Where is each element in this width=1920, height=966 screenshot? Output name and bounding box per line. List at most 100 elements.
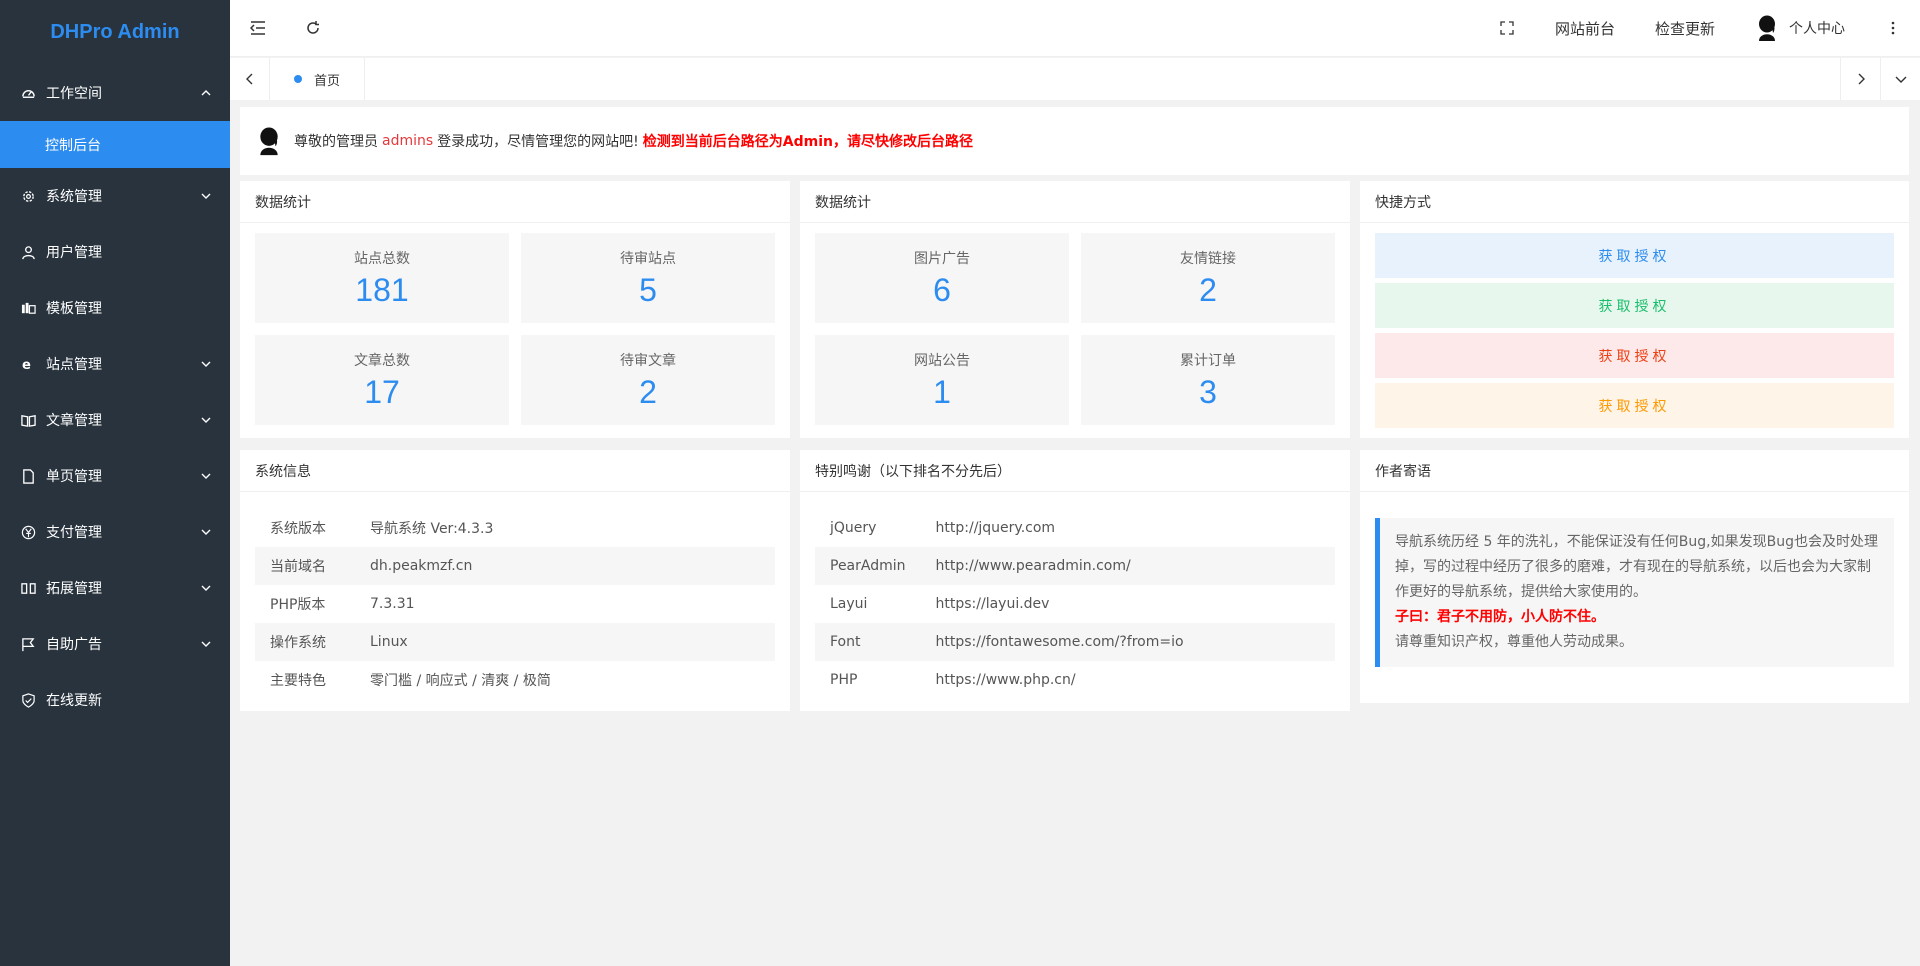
get-license-button[interactable]: 获取授权 [1375,283,1894,328]
avatar [1759,15,1775,41]
sidebar-item-workspace[interactable]: 工作空间 [0,65,230,121]
refresh-button[interactable] [285,0,340,57]
user-icon [20,244,36,260]
author-text: 导航系统历经 5 年的洗礼，不能保证没有任何Bug,如果发现Bug也会及时处理掉… [1395,534,1878,600]
sidebar-item-pages[interactable]: 单页管理 [0,448,230,504]
ie-icon: e [20,356,36,372]
chevron-down-icon [201,641,211,647]
stat-value: 17 [364,374,400,410]
chevron-up-icon [201,90,211,96]
row-key: PHP版本 [270,597,326,613]
stat-label: 文章总数 [354,353,410,369]
sidebar: DHPro Admin 工作空间 控制后台 系统管理 用户管理 模板管理 e 站… [0,0,230,966]
user-center-label: 个人中心 [1789,21,1845,37]
row-link[interactable]: https://www.php.cn/ [921,661,1335,699]
get-license-button[interactable]: 获取授权 [1375,333,1894,378]
get-license-button[interactable]: 获取授权 [1375,233,1894,278]
row-link[interactable]: https://fontawesome.com/?from=io [920,623,1335,661]
book-icon [20,412,36,428]
stat-announcements[interactable]: 网站公告 1 [815,335,1069,425]
sidebar-item-extensions[interactable]: 拓展管理 [0,560,230,616]
shield-check-icon [20,692,36,708]
menu-fold-icon [249,21,265,35]
tab-label: 首页 [314,73,341,89]
row-link[interactable]: http://jquery.com [921,509,1335,547]
more-vertical-icon [1891,21,1894,35]
card-title: 数据统计 [240,181,790,223]
stat-friend-links[interactable]: 友情链接 2 [1081,233,1335,323]
author-message-card: 作者寄语 导航系统历经 5 年的洗礼，不能保证没有任何Bug,如果发现Bug也会… [1360,450,1909,703]
quick-links-card: 快捷方式 获取授权 获取授权 获取授权 获取授权 [1360,181,1909,438]
yen-icon [20,524,36,540]
row-key: Font [815,623,921,661]
row-link[interactable]: https://layui.dev [921,585,1335,623]
tab-scroll-left-button[interactable] [230,58,270,100]
sidebar-item-label: 支付管理 [46,525,102,541]
check-update-link[interactable]: 检查更新 [1635,0,1735,57]
sidebar-item-templates[interactable]: 模板管理 [0,280,230,336]
stat-site-pending[interactable]: 待审站点 5 [521,233,775,323]
stat-orders[interactable]: 累计订单 3 [1081,335,1335,425]
stat-article-pending[interactable]: 待审文章 2 [521,335,775,425]
card-title: 快捷方式 [1360,181,1909,223]
user-center[interactable]: 个人中心 [1735,0,1865,57]
toggle-sidebar-button[interactable] [230,0,285,57]
active-dot-icon [294,75,302,83]
sidebar-item-label: 拓展管理 [46,581,102,597]
table-row: 主要特色 零门槛 / 响应式 / 清爽 / 极简 [255,661,775,699]
row-value: 导航系统 Ver:4.3.3 [370,521,494,537]
row-key: Layui [830,596,868,612]
welcome-prefix: 尊敬的管理员 [294,134,378,150]
svg-text:e: e [21,358,30,372]
chevron-down-icon [1895,76,1906,83]
table-row: PearAdmin http://www.pearadmin.com/ [815,547,1335,585]
card-title: 特别鸣谢（以下排名不分先后） [800,450,1350,492]
thanks-table: jQuery http://jquery.com PearAdmin http://… [815,509,1335,699]
stat-article-total[interactable]: 文章总数 17 [255,335,509,425]
avatar [260,127,278,156]
table-row: 当前域名 dh.peakmzf.cn [255,547,775,585]
row-key: PearAdmin [815,547,921,585]
table-row: 系统版本 导航系统 Ver:4.3.3 [255,509,775,547]
row-key: jQuery [830,520,877,536]
author-note: 请尊重知识产权，尊重他人劳动成果。 [1395,634,1633,650]
more-button[interactable] [1865,0,1920,57]
stat-value: 2 [1199,272,1217,308]
chevron-down-icon [201,417,211,423]
sidebar-item-label: 工作空间 [46,86,102,102]
get-license-button[interactable]: 获取授权 [1375,383,1894,428]
row-key: 当前域名 [255,547,355,585]
welcome-bar: 尊敬的管理员 admins 登录成功，尽情管理您的网站吧! 检测到当前后台路径为… [240,107,1909,175]
sidebar-item-update[interactable]: 在线更新 [0,672,230,728]
gear-icon [20,188,36,204]
app-logo[interactable]: DHPro Admin [0,0,230,65]
chevron-down-icon [201,585,211,591]
row-value: dh.peakmzf.cn [355,547,775,585]
stat-site-total[interactable]: 站点总数 181 [255,233,509,323]
refresh-icon [306,21,319,34]
author-motto: 子曰：君子不用防，小人防不住。 [1395,609,1605,625]
stat-image-ads[interactable]: 图片广告 6 [815,233,1069,323]
sidebar-subitem-dashboard[interactable]: 控制后台 [0,121,230,168]
website-frontend-link[interactable]: 网站前台 [1535,0,1635,57]
stat-label: 网站公告 [914,353,970,369]
sidebar-item-sites[interactable]: e 站点管理 [0,336,230,392]
row-link[interactable]: http://www.pearadmin.com/ [920,547,1335,585]
fullscreen-button[interactable] [1480,0,1535,57]
sidebar-item-articles[interactable]: 文章管理 [0,392,230,448]
top-header: 网站前台 检查更新 个人中心 [230,0,1920,57]
tab-home[interactable]: 首页 [270,58,366,100]
table-row: Font https://fontawesome.com/?from=io [815,623,1335,661]
sidebar-item-payment[interactable]: 支付管理 [0,504,230,560]
row-key: PHP [830,672,858,688]
chevron-down-icon [201,473,211,479]
sidebar-item-system[interactable]: 系统管理 [0,168,230,224]
stats-card-middle: 数据统计 图片广告 6 友情链接 2 网站公告 1 累计订单 3 [800,181,1350,438]
tab-dropdown-button[interactable] [1880,58,1920,100]
tab-scroll-right-button[interactable] [1840,58,1880,100]
sidebar-item-users[interactable]: 用户管理 [0,224,230,280]
sidebar-item-ads[interactable]: 自助广告 [0,616,230,672]
dashboard-icon [20,85,36,101]
stat-value: 5 [639,272,657,308]
fullscreen-icon [1500,21,1515,35]
